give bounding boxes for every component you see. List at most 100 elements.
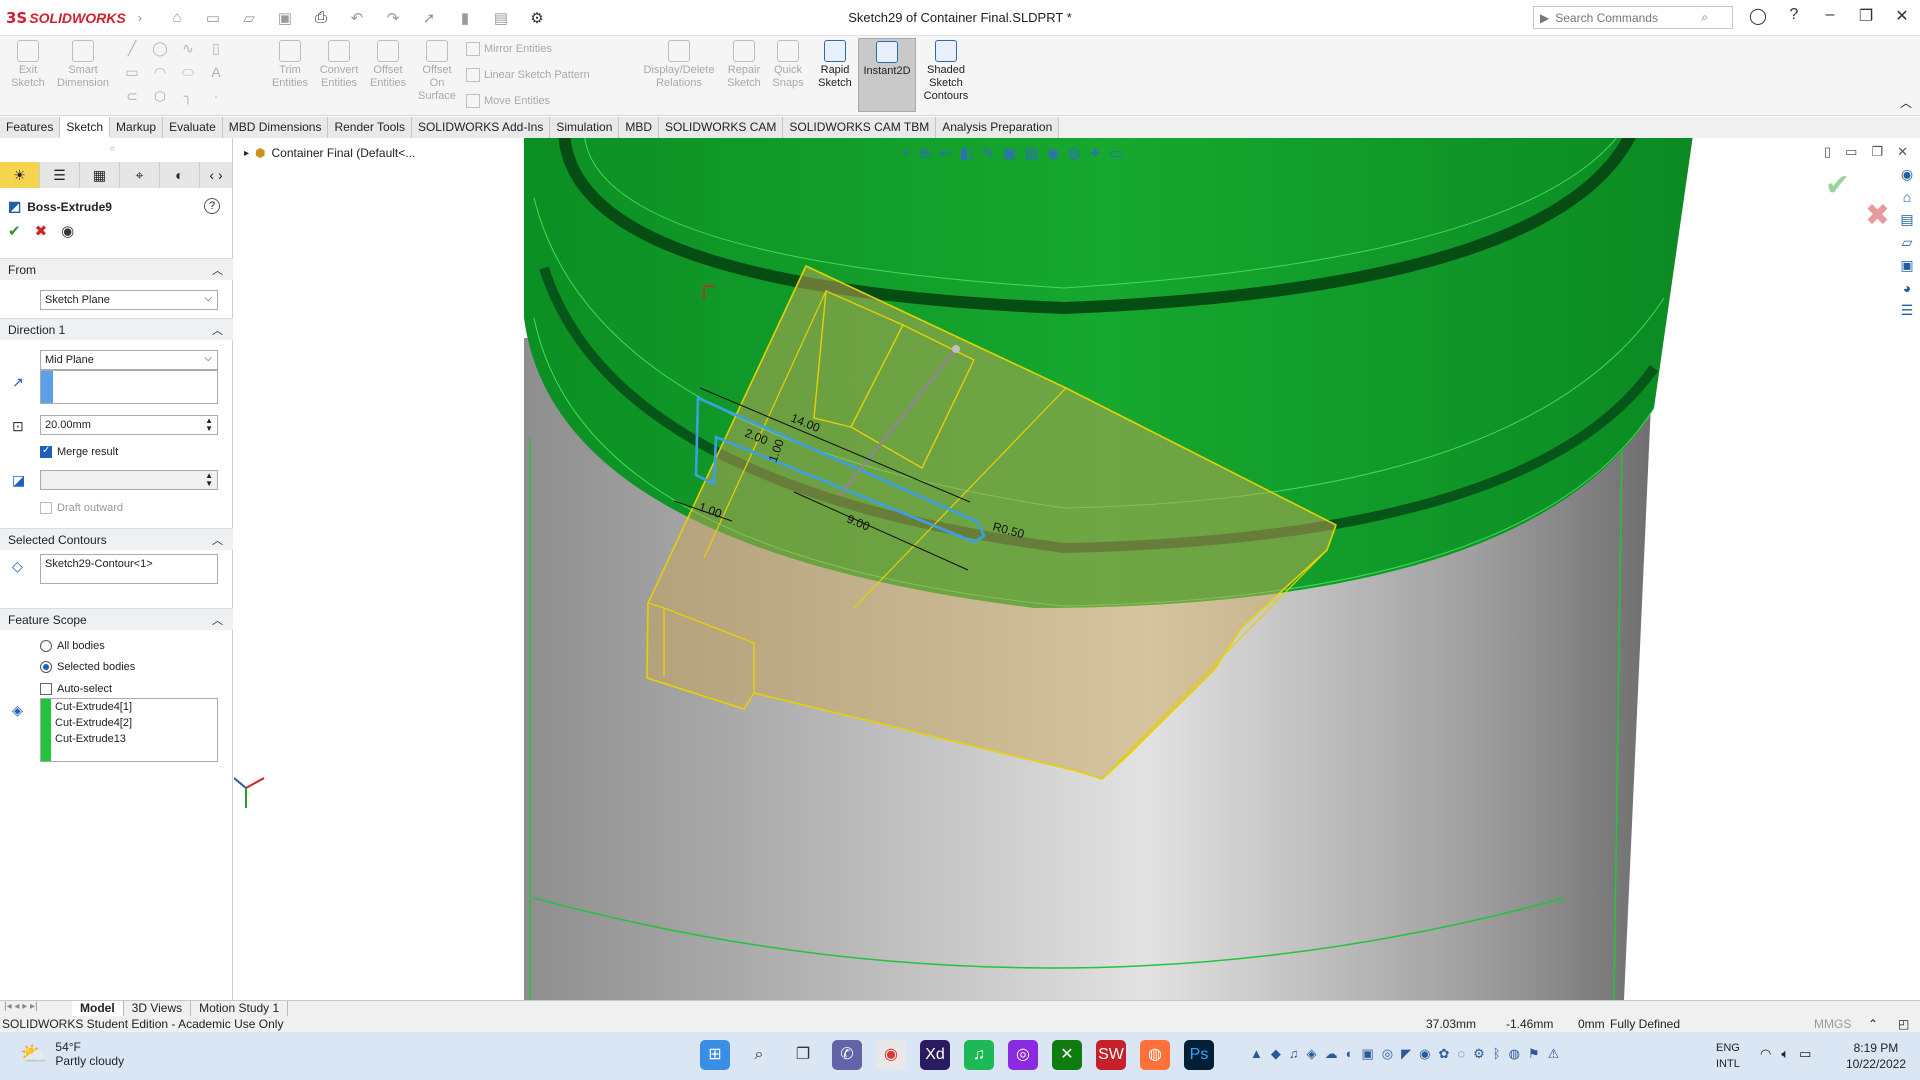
propertymanager-tab-icon[interactable]: ☰	[40, 162, 80, 188]
tab-solidworks-cam-tbm[interactable]: SOLIDWORKS CAM TBM	[783, 117, 937, 138]
search-icon[interactable]: ⌕	[1701, 10, 1708, 25]
onedrive-icon[interactable]: ☁	[1325, 1046, 1338, 1062]
dynamic-annotation-icon[interactable]: ✎	[982, 144, 995, 162]
cancel-x-icon[interactable]: ✖	[35, 222, 48, 240]
shaded-sketch-contours-button[interactable]: Shaded Sketch Contours	[920, 40, 972, 103]
mirror-entities-button[interactable]: Mirror Entities	[466, 42, 552, 56]
section-view-icon[interactable]: ◧	[960, 144, 974, 162]
unit-system[interactable]: MMGS	[1814, 1017, 1851, 1031]
help-icon[interactable]: ?	[1776, 6, 1812, 26]
units-chevron-icon[interactable]: ⌃	[1868, 1017, 1878, 1031]
start-icon[interactable]: ⊞	[700, 1040, 730, 1070]
bodies-list[interactable]: Cut-Extrude4[1] Cut-Extrude4[2] Cut-Extr…	[40, 698, 218, 762]
tab-evaluate[interactable]: Evaluate	[163, 117, 223, 138]
undo-icon[interactable]: ↶	[344, 9, 370, 27]
dimxpert-tab-icon[interactable]: ⌖	[120, 162, 160, 188]
tab-scroll-arrows-icon[interactable]: |◂ ◂ ▸ ▸|	[0, 1001, 72, 1016]
language-indicator[interactable]: ENG INTL	[1716, 1040, 1740, 1072]
view-orientation-icon[interactable]: ▣	[1002, 144, 1016, 162]
app-icon[interactable]: ◎	[1008, 1040, 1038, 1070]
tray-app-icon[interactable]: ▣	[1361, 1046, 1373, 1062]
linear-sketch-pattern-button[interactable]: Linear Sketch Pattern	[466, 68, 590, 82]
search-icon[interactable]: ⌕	[744, 1040, 774, 1070]
repair-sketch-button[interactable]: Repair Sketch	[724, 40, 764, 90]
tray-app-icon[interactable]: ◆	[1271, 1046, 1281, 1062]
offset-entities-button[interactable]: Offset Entities	[366, 40, 410, 90]
feature-scope-header[interactable]: Feature Scope ︿	[0, 608, 233, 630]
list-item[interactable]: Cut-Extrude4[1]	[41, 699, 217, 715]
home-icon[interactable]: ⌂	[164, 9, 190, 26]
xbox-icon[interactable]: ✕	[1052, 1040, 1082, 1070]
selected-contour-item[interactable]: Sketch29-Contour<1>	[45, 558, 153, 570]
quick-settings[interactable]: ◠ 🔈︎ ▭	[1760, 1046, 1811, 1062]
tab-model[interactable]: Model	[72, 1001, 124, 1016]
solidworks-logo[interactable]: 3S SOLIDWORKS ›	[0, 9, 142, 27]
weather-widget[interactable]: ⛅ 54°F Partly cloudy	[20, 1040, 124, 1068]
expand-arrow-icon[interactable]: ▸	[244, 148, 249, 159]
solidworks-resources-icon[interactable]: ◉	[1901, 166, 1913, 183]
task-view-icon[interactable]: ❐	[788, 1040, 818, 1070]
custom-properties-icon[interactable]: ☰	[1901, 302, 1914, 319]
tray-app-icon[interactable]: ⚙	[1473, 1046, 1485, 1062]
ok-checkmark-icon[interactable]: ✔	[8, 222, 21, 240]
draft-angle-icon[interactable]: ◪	[12, 472, 25, 489]
redo-icon[interactable]: ↷	[380, 9, 406, 27]
file-properties-icon[interactable]: ▤	[488, 9, 514, 27]
adobe-xd-icon[interactable]: Xd	[920, 1040, 950, 1070]
exit-sketch-button[interactable]: Exit Sketch	[6, 40, 50, 90]
splitter-handle[interactable]: ○	[110, 144, 115, 153]
bluetooth-icon[interactable]: ᛒ	[1493, 1046, 1501, 1062]
spline-icon[interactable]: ∿	[174, 40, 202, 64]
end-condition-select[interactable]: Mid Plane ⌵	[40, 350, 218, 370]
featuremanager-flyout[interactable]: ▸ ⬢ Container Final (Default<...	[244, 146, 415, 160]
tab-mbd[interactable]: MBD	[619, 117, 660, 138]
polygon-icon[interactable]: ⬡	[146, 88, 174, 112]
convert-entities-button[interactable]: Convert Entities	[316, 40, 362, 90]
display-style-icon[interactable]: ▤	[1025, 144, 1039, 162]
tab-markup[interactable]: Markup	[110, 117, 164, 138]
line-icon[interactable]: ╱	[118, 40, 146, 64]
print-icon[interactable]: ⎙	[308, 9, 334, 26]
confirm-ok-icon[interactable]: ✔	[1825, 168, 1850, 203]
apply-scene-icon[interactable]: ✦	[1089, 144, 1102, 162]
tab-3d-views[interactable]: 3D Views	[124, 1001, 192, 1016]
viewport-close-icon[interactable]: ✕	[1897, 144, 1908, 160]
quick-snaps-button[interactable]: Quick Snaps	[770, 40, 806, 90]
dropbox-icon[interactable]: ◈	[1307, 1046, 1317, 1062]
help-icon[interactable]: ?	[204, 198, 220, 214]
view-settings-icon[interactable]: ▭	[1110, 144, 1124, 162]
status-bar-icon[interactable]: ◰	[1898, 1017, 1909, 1031]
viewport-minimize-icon[interactable]: ▭	[1845, 144, 1857, 160]
circle-icon[interactable]: ◯	[146, 40, 174, 64]
tab-analysis-preparation[interactable]: Analysis Preparation	[936, 117, 1060, 138]
text-icon[interactable]: A	[202, 64, 230, 88]
rebuild-icon[interactable]: ▮	[452, 9, 478, 27]
arc-icon[interactable]: ◠	[146, 64, 174, 88]
spin-arrows-icon[interactable]: ▲ ▼	[205, 417, 213, 433]
all-bodies-radio[interactable]: All bodies	[40, 640, 105, 652]
google-drive-icon[interactable]: ▲	[1250, 1046, 1263, 1062]
smart-dimension-button[interactable]: Smart Dimension	[54, 40, 112, 90]
tab-simulation[interactable]: Simulation	[550, 117, 620, 138]
display-manager-tab-icon[interactable]: ◐	[160, 162, 200, 188]
viewport-split-icon[interactable]: ▯	[1824, 144, 1831, 160]
tray-app-icon[interactable]: ⚑	[1528, 1046, 1540, 1062]
color-scenes-icon[interactable]: ◕	[1903, 280, 1911, 296]
tab-scroll-icon[interactable]: ‹ ›	[200, 162, 233, 188]
tray-app-icon[interactable]: ✿	[1438, 1046, 1449, 1062]
close-button[interactable]: ✕	[1884, 6, 1920, 26]
edit-appearance-icon[interactable]: ◍	[1068, 144, 1081, 162]
nvidia-icon[interactable]: ◤	[1401, 1046, 1411, 1062]
tab-mbd-dimensions[interactable]: MBD Dimensions	[222, 117, 329, 138]
graphics-area[interactable]: 14.00 2.00 1.00 9.00 R0.50 1.00 ▸ ⬢ Cont…	[234, 138, 1920, 1000]
direction1-group-header[interactable]: Direction 1 ︿	[0, 318, 233, 340]
featuremanager-tab-icon[interactable]: ☀	[0, 162, 40, 188]
rectangle-icon[interactable]: ▭	[118, 64, 146, 88]
discord-icon[interactable]: ◐	[1346, 1046, 1354, 1062]
tray-app-icon[interactable]: ◎	[1382, 1046, 1393, 1062]
depth-input[interactable]: 20.00mm ▲ ▼	[40, 415, 218, 435]
save-icon[interactable]: ▣	[272, 9, 298, 27]
previous-view-icon[interactable]: ↩	[939, 144, 952, 162]
merge-result-checkbox[interactable]: Merge result	[40, 445, 118, 458]
point-icon[interactable]: ·	[202, 88, 230, 112]
